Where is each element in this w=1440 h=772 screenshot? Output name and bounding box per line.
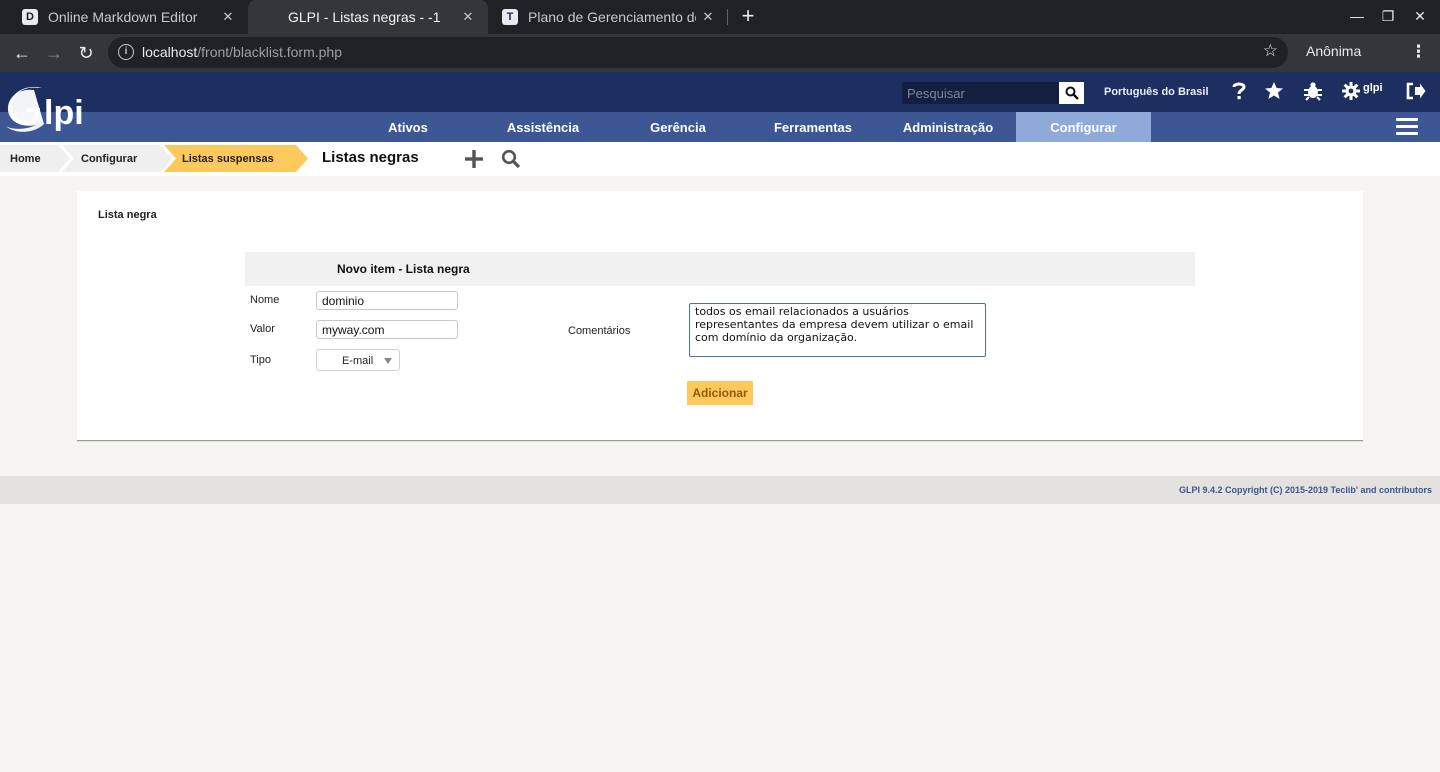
valor-input[interactable] bbox=[316, 320, 458, 339]
info-icon[interactable]: i bbox=[118, 44, 134, 60]
add-icon[interactable] bbox=[464, 149, 484, 169]
menu-ativos[interactable]: Ativos bbox=[368, 112, 448, 142]
comentarios-label: Comentários bbox=[568, 325, 631, 337]
valor-label: Valor bbox=[250, 323, 275, 335]
url-text: localhost/front/blacklist.form.php bbox=[142, 44, 342, 60]
favorites-star-icon[interactable] bbox=[1264, 80, 1284, 102]
tipo-selected-value: E-mail bbox=[342, 355, 374, 367]
footer: GLPI 9.4.2 Copyright (C) 2015-2019 Tecli… bbox=[0, 476, 1440, 504]
favicon-t-icon: T bbox=[502, 9, 518, 25]
address-bar[interactable]: i localhost/front/blacklist.form.php ☆ bbox=[108, 37, 1288, 68]
language-selector[interactable]: Português do Brasil bbox=[1104, 86, 1209, 98]
back-arrow-icon[interactable]: ← bbox=[10, 41, 34, 65]
debug-bug-icon[interactable] bbox=[1303, 80, 1323, 102]
nome-input[interactable] bbox=[316, 291, 458, 310]
logout-icon[interactable] bbox=[1406, 80, 1426, 102]
card-title[interactable]: Lista negra bbox=[98, 209, 157, 221]
user-settings[interactable]: glpi bbox=[1342, 80, 1383, 102]
browser-tab-markdown[interactable]: D Online Markdown Editor ✕ bbox=[8, 0, 248, 34]
nome-label: Nome bbox=[250, 294, 280, 306]
tab-title: Online Markdown Editor bbox=[48, 9, 198, 25]
url-path: /front/blacklist.form.php bbox=[197, 44, 342, 60]
breadcrumb-configurar[interactable]: Configurar bbox=[71, 145, 137, 172]
profile-name[interactable]: Anônima bbox=[1306, 43, 1361, 59]
minimize-icon[interactable]: — bbox=[1347, 8, 1367, 24]
menu-assistencia[interactable]: Assistência bbox=[493, 112, 593, 142]
tab-divider bbox=[727, 9, 728, 25]
menu-gerencia[interactable]: Gerência bbox=[633, 112, 723, 142]
svg-text:lpi: lpi bbox=[44, 94, 84, 132]
chevron-down-icon bbox=[384, 358, 392, 364]
help-icon[interactable] bbox=[1231, 80, 1247, 102]
browser-toolbar: ← → ↻ i localhost/front/blacklist.form.p… bbox=[0, 34, 1440, 95]
url-host: localhost bbox=[142, 44, 198, 60]
comentarios-textarea[interactable]: todos os email relacionados a usuários r… bbox=[689, 303, 986, 357]
hamburger-menu-icon[interactable] bbox=[1396, 118, 1418, 136]
favicon-glpi-icon bbox=[262, 9, 278, 25]
tipo-select[interactable]: E-mail bbox=[316, 349, 400, 371]
search-list-icon[interactable] bbox=[501, 149, 521, 169]
breadcrumb-home[interactable]: Home bbox=[0, 145, 41, 172]
reload-icon[interactable]: ↻ bbox=[74, 41, 98, 65]
menu-administracao[interactable]: Administração bbox=[890, 112, 1006, 142]
gear-icon bbox=[1342, 82, 1360, 100]
tipo-label: Tipo bbox=[250, 354, 271, 366]
window-close-icon[interactable]: ✕ bbox=[1410, 8, 1430, 25]
forward-arrow-icon[interactable]: → bbox=[42, 41, 66, 65]
form-header-title: Novo item - Lista negra bbox=[337, 262, 470, 276]
search-input[interactable]: Pesquisar bbox=[902, 82, 1059, 104]
browser-tab-strip: D Online Markdown Editor ✕ GLPI - Listas… bbox=[0, 0, 1440, 34]
close-tab-icon[interactable]: ✕ bbox=[456, 9, 480, 25]
search-button[interactable] bbox=[1059, 82, 1084, 104]
browser-tab-plano[interactable]: T Plano de Gerenciamento de ✕ bbox=[488, 0, 728, 34]
page-title[interactable]: Listas negras bbox=[322, 149, 419, 166]
restore-icon[interactable]: ❐ bbox=[1378, 8, 1398, 25]
close-tab-icon[interactable]: ✕ bbox=[696, 9, 720, 25]
tab-title: Plano de Gerenciamento de bbox=[528, 9, 696, 25]
bookmark-star-icon[interactable]: ☆ bbox=[1263, 41, 1278, 61]
adicionar-button[interactable]: Adicionar bbox=[687, 381, 753, 405]
breadcrumb-listas-suspensas[interactable]: Listas suspensas bbox=[172, 145, 274, 172]
user-name: glpi bbox=[1363, 82, 1383, 94]
footer-copyright[interactable]: GLPI 9.4.2 Copyright (C) 2015-2019 Tecli… bbox=[1179, 485, 1432, 495]
close-tab-icon[interactable]: ✕ bbox=[216, 9, 240, 25]
menu-ferramentas[interactable]: Ferramentas bbox=[760, 112, 866, 142]
menu-configurar[interactable]: Configurar bbox=[1016, 112, 1151, 142]
tab-title: GLPI - Listas negras - -1 bbox=[288, 9, 441, 25]
favicon-d-icon: D bbox=[22, 9, 38, 25]
browser-menu-icon[interactable]: ⋮ bbox=[1410, 42, 1427, 62]
glpi-logo[interactable]: lpi bbox=[4, 80, 104, 136]
glpi-header bbox=[0, 72, 1440, 112]
search-icon bbox=[1065, 86, 1079, 100]
new-tab-button[interactable]: + bbox=[736, 5, 760, 29]
browser-tab-glpi[interactable]: GLPI - Listas negras - -1 ✕ bbox=[248, 0, 488, 34]
